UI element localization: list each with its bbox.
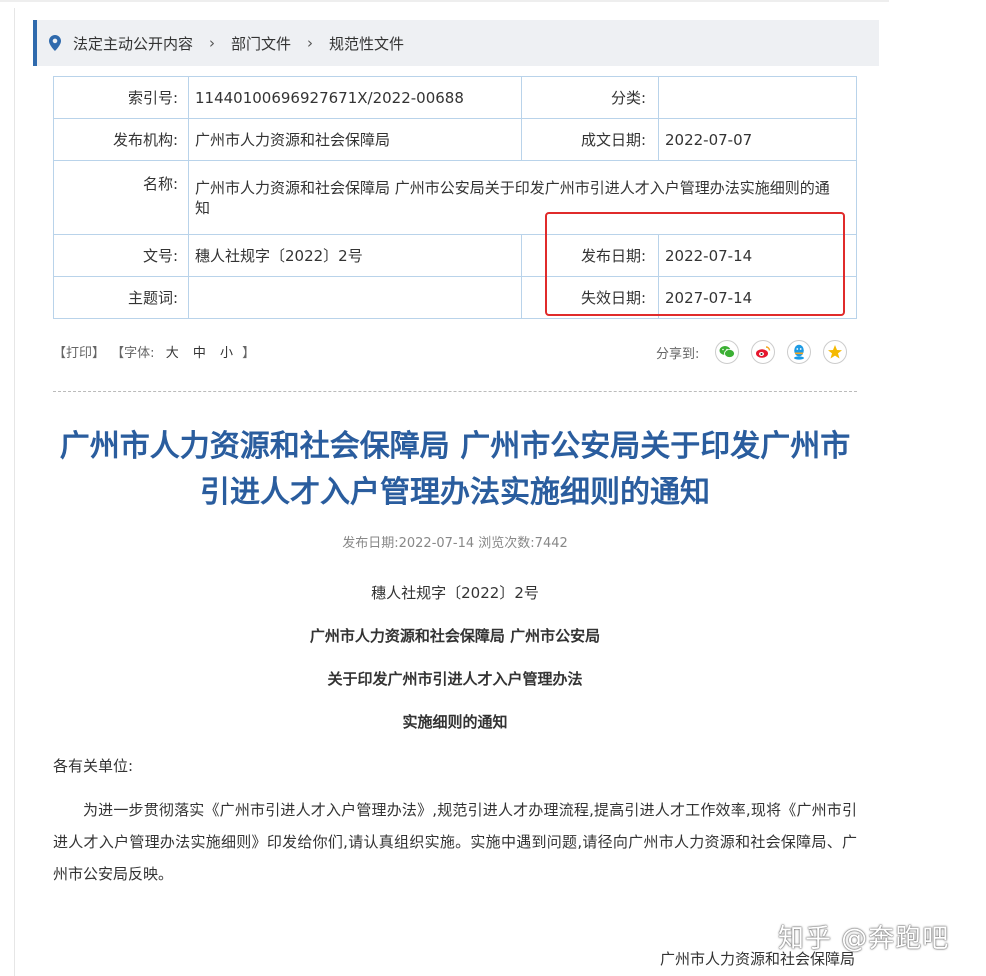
font-tools: 【打印】 【字体: 大 中 小 】 — [53, 342, 257, 361]
article-title: 广州市人力资源和社会保障局 广州市公安局关于印发广州市引进人才入户管理办法实施细… — [59, 429, 851, 510]
doc-number-value: 穗人社规字〔2022〕2号 — [188, 234, 522, 277]
share-label: 分享到: — [656, 346, 700, 362]
weibo-icon[interactable] — [751, 340, 776, 364]
breadcrumb-item-normative-files[interactable]: 规范性文件 — [329, 33, 404, 54]
article-heading-3: 实施细则的通知 — [402, 713, 508, 731]
font-medium-button[interactable]: 中 — [193, 346, 206, 361]
share-bar: 分享到: — [656, 340, 859, 364]
subject-label: 主题词: — [53, 276, 189, 319]
publisher-label: 发布机构: — [53, 118, 189, 161]
article-heading-1: 广州市人力资源和社会保障局 广州市公安局 — [309, 627, 601, 645]
article-body-paragraph: 为进一步贯彻落实《广州市引进人才入户管理办法》,规范引进人才办理流程,提高引进人… — [53, 801, 857, 883]
info-row: 发布机构: 广州市人力资源和社会保障局 成文日期: 2022-07-07 — [53, 118, 857, 161]
chevron-right-icon: › — [209, 34, 216, 52]
chevron-right-icon: › — [307, 34, 314, 52]
category-label: 分类: — [521, 76, 659, 119]
subject-value — [188, 276, 522, 319]
created-date-value: 2022-07-07 — [658, 118, 857, 161]
article-doc-number: 穗人社规字〔2022〕2号 — [371, 584, 539, 602]
qzone-icon[interactable] — [823, 340, 848, 364]
breadcrumb: 法定主动公开内容 › 部门文件 › 规范性文件 — [33, 20, 879, 66]
print-button[interactable]: 【打印】 — [53, 346, 105, 361]
article-meta: 发布日期:2022-07-14 浏览次数:7442 — [342, 536, 568, 551]
doc-number-label: 文号: — [53, 234, 189, 277]
article-heading-2: 关于印发广州市引进人才入户管理办法 — [327, 670, 583, 688]
right-margin — [889, 0, 986, 976]
index-label: 索引号: — [53, 76, 189, 119]
breadcrumb-item-public-content[interactable]: 法定主动公开内容 — [73, 33, 193, 54]
watermark: 知乎 @奔跑吧 — [778, 924, 950, 954]
divider — [53, 391, 857, 392]
breadcrumb-item-department-files[interactable]: 部门文件 — [231, 33, 291, 54]
created-date-label: 成文日期: — [521, 118, 659, 161]
qq-icon[interactable] — [787, 340, 812, 364]
index-value: 11440100696927671X/2022-00688 — [188, 76, 522, 119]
info-row: 索引号: 11440100696927671X/2022-00688 分类: — [53, 76, 857, 119]
name-label: 名称: — [53, 160, 189, 235]
category-value — [658, 76, 857, 119]
font-label: 【字体: — [111, 346, 155, 361]
wechat-icon[interactable] — [715, 340, 740, 364]
font-label-close: 】 — [242, 346, 256, 361]
publisher-value: 广州市人力资源和社会保障局 — [188, 118, 522, 161]
article-salutation: 各有关单位: — [53, 757, 134, 775]
highlight-box — [545, 212, 845, 316]
top-border — [0, 0, 986, 2]
font-small-button[interactable]: 小 — [220, 346, 233, 361]
location-pin-icon — [49, 35, 61, 51]
document-page: 法定主动公开内容 › 部门文件 › 规范性文件 索引号: 11440100696… — [14, 8, 890, 976]
font-large-button[interactable]: 大 — [166, 346, 179, 361]
